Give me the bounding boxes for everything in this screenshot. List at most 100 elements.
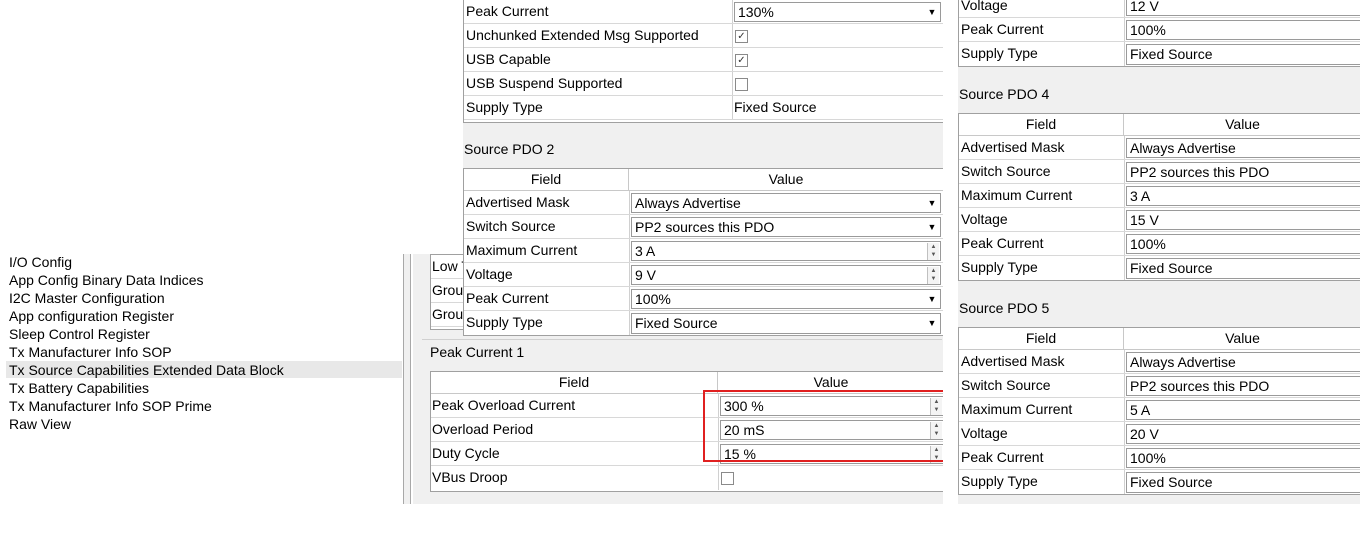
- tree-item-app-config-indices[interactable]: App Config Binary Data Indices: [9, 272, 204, 288]
- pdo1-grid: Peak Current 130% ▼ Unchunked Extended M…: [463, 0, 944, 123]
- dropdown-value: PP2 sources this PDO: [1130, 164, 1270, 180]
- table-row: VBus Droop: [431, 466, 943, 490]
- table-row: Maximum Current 3 A ▲ ▼: [464, 239, 943, 263]
- table-row: Maximum Current 5 A: [959, 398, 1360, 422]
- field-label: Advertised Mask: [466, 194, 570, 210]
- voltage-spinner[interactable]: 15 V: [1126, 210, 1360, 230]
- advertised-mask-dropdown[interactable]: Always Advertise: [1126, 352, 1360, 372]
- max-current-spinner[interactable]: 3 A: [1126, 186, 1360, 206]
- table-row: Supply Type Fixed Source: [959, 470, 1360, 494]
- peak-current-dropdown[interactable]: 100%: [1126, 20, 1360, 40]
- advertised-mask-dropdown[interactable]: Always Advertise ▼: [631, 193, 941, 213]
- tree-item-tx-source-caps-ext[interactable]: Tx Source Capabilities Extended Data Blo…: [9, 362, 284, 378]
- col-header-field[interactable]: Field: [959, 328, 1124, 349]
- usb-suspend-checkbox[interactable]: [735, 78, 748, 91]
- dropdown-value: Fixed Source: [1130, 260, 1213, 276]
- spinner-value: 3 A: [635, 243, 656, 259]
- voltage-spinner[interactable]: 9 V ▲ ▼: [631, 265, 941, 285]
- pdo5-title: Source PDO 5: [959, 300, 1050, 316]
- field-label: Overload Period: [432, 421, 534, 437]
- pdo3-grid: Voltage 12 V Peak Current 100% Supply Ty…: [958, 0, 1360, 67]
- table-row: USB Suspend Supported: [464, 72, 943, 96]
- behind-row-label: Grou: [432, 282, 464, 298]
- supply-type-dropdown[interactable]: Fixed Source ▼: [631, 313, 941, 334]
- max-current-spinner[interactable]: 3 A ▲ ▼: [631, 241, 941, 261]
- dropdown-value: Fixed Source: [635, 315, 718, 331]
- table-row: Switch Source PP2 sources this PDO: [959, 160, 1360, 184]
- chevron-down-icon[interactable]: ▼: [925, 291, 939, 308]
- peak-current-title: Peak Current 1: [430, 344, 525, 360]
- field-label: USB Suspend Supported: [466, 75, 623, 91]
- voltage-spinner[interactable]: 20 V: [1126, 424, 1360, 444]
- table-row: Voltage 15 V: [959, 208, 1360, 232]
- tree-item-tx-manufacturer-sop[interactable]: Tx Manufacturer Info SOP: [9, 344, 172, 360]
- field-label: Supply Type: [961, 259, 1038, 275]
- col-header-value[interactable]: Value: [1124, 328, 1360, 349]
- pdo5-grid: Field Value Advertised Mask Always Adver…: [958, 327, 1360, 495]
- usb-capable-checkbox[interactable]: ✓: [735, 54, 748, 67]
- panel-clip: [943, 0, 958, 504]
- peak-current-dropdown[interactable]: 100% ▼: [631, 289, 941, 309]
- splitter[interactable]: [403, 254, 411, 504]
- max-current-spinner[interactable]: 5 A: [1126, 400, 1360, 420]
- spinner-value: 12 V: [1130, 0, 1159, 14]
- spinner-value: 20 V: [1130, 426, 1159, 442]
- col-header-field[interactable]: Field: [959, 114, 1124, 135]
- pdo2-title: Source PDO 2: [464, 141, 555, 157]
- supply-type-dropdown[interactable]: Fixed Source: [1126, 44, 1360, 65]
- tree-item-sleep-control[interactable]: Sleep Control Register: [9, 326, 150, 342]
- dropdown-value: 100%: [1130, 236, 1166, 252]
- table-row: Advertised Mask Always Advertise ▼: [464, 191, 943, 215]
- tree-item-tx-manufacturer-sop-prime[interactable]: Tx Manufacturer Info SOP Prime: [9, 398, 212, 414]
- field-label: Peak Current: [961, 235, 1044, 251]
- switch-source-dropdown[interactable]: PP2 sources this PDO: [1126, 162, 1360, 182]
- dropdown-value: 100%: [635, 291, 671, 307]
- field-label: Maximum Current: [466, 242, 578, 258]
- field-label: Advertised Mask: [961, 353, 1065, 369]
- spinner-arrows-icon[interactable]: ▲ ▼: [927, 243, 939, 260]
- supply-type-dropdown[interactable]: Fixed Source: [1126, 472, 1360, 493]
- peak-current-dropdown[interactable]: 130% ▼: [734, 2, 941, 22]
- peak-current-dropdown[interactable]: 100%: [1126, 448, 1360, 468]
- tree-item-raw-view[interactable]: Raw View: [9, 416, 71, 432]
- table-row: Peak Current 100% ▼: [464, 287, 943, 311]
- dropdown-value: 100%: [1130, 450, 1166, 466]
- voltage-spinner[interactable]: 12 V: [1126, 0, 1360, 16]
- field-label: Voltage: [961, 211, 1008, 227]
- switch-source-dropdown[interactable]: PP2 sources this PDO: [1126, 376, 1360, 396]
- tree-panel: I/O Config App Config Binary Data Indice…: [0, 254, 403, 504]
- spinner-arrows-icon[interactable]: ▲ ▼: [927, 267, 939, 284]
- dropdown-value: 100%: [1130, 22, 1166, 38]
- spinner-value: 3 A: [1130, 188, 1151, 204]
- field-label: Advertised Mask: [961, 139, 1065, 155]
- col-header-field[interactable]: Field: [464, 169, 629, 190]
- tree-item-io-config[interactable]: I/O Config: [9, 254, 72, 270]
- spinner-value: 15 V: [1130, 212, 1159, 228]
- switch-source-dropdown[interactable]: PP2 sources this PDO ▼: [631, 217, 941, 237]
- field-label: Peak Current: [961, 449, 1044, 465]
- tree-item-i2c-master[interactable]: I2C Master Configuration: [9, 290, 165, 306]
- col-header-value[interactable]: Value: [629, 169, 943, 190]
- table-row: Voltage 12 V: [959, 0, 1360, 18]
- table-row: Voltage 20 V: [959, 422, 1360, 446]
- chevron-down-icon[interactable]: ▼: [925, 315, 939, 332]
- col-header-value[interactable]: Value: [1124, 114, 1360, 135]
- chevron-down-icon[interactable]: ▼: [925, 4, 939, 21]
- dropdown-value: Always Advertise: [1130, 354, 1236, 370]
- tree-item-tx-battery-caps[interactable]: Tx Battery Capabilities: [9, 380, 149, 396]
- dropdown-value: 130%: [738, 4, 774, 20]
- advertised-mask-dropdown[interactable]: Always Advertise: [1126, 138, 1360, 158]
- table-row: Supply Type Fixed Source: [959, 42, 1360, 66]
- dropdown-value: Always Advertise: [635, 195, 741, 211]
- col-header-field[interactable]: Field: [431, 372, 718, 393]
- supply-type-dropdown[interactable]: Fixed Source: [1126, 258, 1360, 279]
- tree-item-app-config-register[interactable]: App configuration Register: [9, 308, 174, 324]
- field-label: Peak Current: [961, 21, 1044, 37]
- dropdown-value: PP2 sources this PDO: [1130, 378, 1270, 394]
- unchunked-checkbox[interactable]: ✓: [735, 30, 748, 43]
- chevron-down-icon[interactable]: ▼: [925, 195, 939, 212]
- field-label: Supply Type: [961, 45, 1038, 61]
- peak-current-dropdown[interactable]: 100%: [1126, 234, 1360, 254]
- chevron-down-icon[interactable]: ▼: [925, 219, 939, 236]
- vbus-droop-checkbox[interactable]: [721, 472, 734, 485]
